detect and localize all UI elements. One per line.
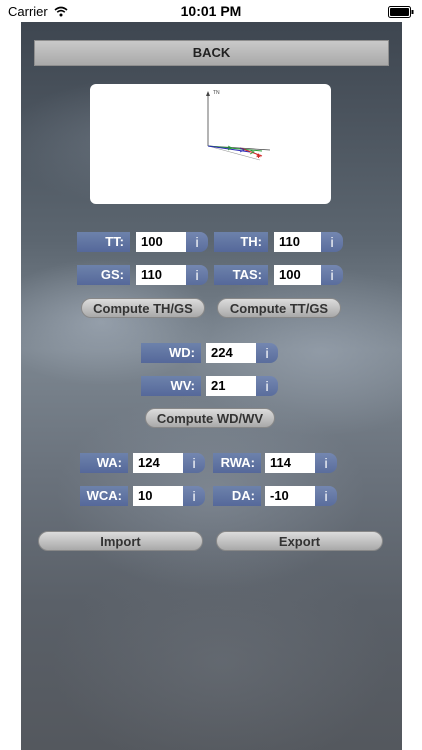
diagram-axis-label: TN — [213, 90, 220, 96]
tas-input[interactable]: 100 — [274, 265, 321, 285]
tt-input[interactable]: 100 — [136, 232, 186, 252]
wa-label: WA: — [80, 453, 128, 473]
back-button[interactable]: BACK — [34, 40, 389, 66]
tt-label: TT: — [77, 232, 130, 252]
battery-icon — [388, 5, 414, 23]
gs-info-button[interactable]: i — [186, 265, 208, 285]
wind-triangle-diagram: TN ✱ — [90, 84, 331, 204]
rwa-label: RWA: — [213, 453, 261, 473]
import-button[interactable]: Import — [38, 531, 203, 551]
status-bar: Carrier 10:01 PM — [0, 0, 422, 22]
wca-info-button[interactable]: i — [183, 486, 205, 506]
compute-th-gs-button[interactable]: Compute TH/GS — [81, 298, 205, 318]
th-info-button[interactable]: i — [321, 232, 343, 252]
th-label: TH: — [214, 232, 268, 252]
wca-input[interactable]: 10 — [133, 486, 183, 506]
svg-text:✱: ✱ — [256, 153, 261, 160]
da-info-button[interactable]: i — [315, 486, 337, 506]
da-input[interactable]: -10 — [265, 486, 315, 506]
gs-input[interactable]: 110 — [136, 265, 186, 285]
wv-input[interactable]: 21 — [206, 376, 256, 396]
tt-info-button[interactable]: i — [186, 232, 208, 252]
diagram-axes — [206, 91, 271, 161]
tas-label: TAS: — [214, 265, 268, 285]
gs-label: GS: — [77, 265, 130, 285]
th-input[interactable]: 110 — [274, 232, 321, 252]
wd-label: WD: — [141, 343, 201, 363]
app-screen: BACK TN ✱ TT: 100 i TH: 110 i GS: 110 i … — [21, 22, 402, 750]
rwa-input[interactable]: 114 — [265, 453, 315, 473]
da-label: DA: — [213, 486, 261, 506]
wd-info-button[interactable]: i — [256, 343, 278, 363]
wv-info-button[interactable]: i — [256, 376, 278, 396]
compute-wd-wv-button[interactable]: Compute WD/WV — [145, 408, 275, 428]
wv-label: WV: — [141, 376, 201, 396]
export-button[interactable]: Export — [216, 531, 383, 551]
wd-input[interactable]: 224 — [206, 343, 256, 363]
rwa-info-button[interactable]: i — [315, 453, 337, 473]
compute-tt-gs-button[interactable]: Compute TT/GS — [217, 298, 341, 318]
tas-info-button[interactable]: i — [321, 265, 343, 285]
wa-info-button[interactable]: i — [183, 453, 205, 473]
wa-input[interactable]: 124 — [133, 453, 183, 473]
status-time: 10:01 PM — [180, 3, 242, 19]
wca-label: WCA: — [80, 486, 128, 506]
